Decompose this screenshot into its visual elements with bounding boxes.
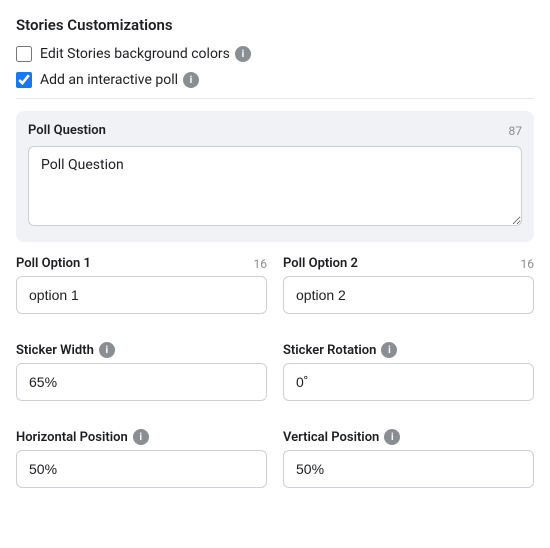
poll-checkbox[interactable] xyxy=(16,72,32,88)
sticker-rotation-label-row: Sticker Rotation i xyxy=(283,342,534,358)
vertical-position-info-icon[interactable]: i xyxy=(384,429,400,445)
bg-colors-info-icon[interactable]: i xyxy=(235,46,251,62)
divider xyxy=(16,98,534,99)
poll-option2-label-row: Poll Option 2 16 xyxy=(283,256,534,271)
position-row: Horizontal Position i Vertical Position … xyxy=(16,429,534,502)
poll-question-label: Poll Question xyxy=(28,123,106,138)
sticker-width-label: Sticker Width i xyxy=(16,342,115,358)
horizontal-position-label-row: Horizontal Position i xyxy=(16,429,267,445)
horizontal-position-group: Horizontal Position i xyxy=(16,429,267,488)
sticker-width-group: Sticker Width i xyxy=(16,342,267,401)
poll-row: Add an interactive poll i xyxy=(16,72,534,88)
poll-option1-group: Poll Option 1 16 xyxy=(16,256,267,314)
sticker-row: Sticker Width i Sticker Rotation i xyxy=(16,342,534,415)
sticker-rotation-label: Sticker Rotation i xyxy=(283,342,397,358)
poll-option1-label-row: Poll Option 1 16 xyxy=(16,256,267,271)
poll-option1-label: Poll Option 1 xyxy=(16,256,91,271)
sticker-rotation-input[interactable] xyxy=(283,363,534,401)
vertical-position-label-row: Vertical Position i xyxy=(283,429,534,445)
horizontal-position-label: Horizontal Position i xyxy=(16,429,149,445)
poll-option2-group: Poll Option 2 16 xyxy=(283,256,534,314)
section-title: Stories Customizations xyxy=(16,16,534,34)
poll-question-char-count: 87 xyxy=(509,124,523,138)
poll-option2-char-count: 16 xyxy=(521,257,535,271)
poll-option1-input[interactable] xyxy=(16,276,267,314)
horizontal-position-input[interactable] xyxy=(16,450,267,488)
poll-question-header: Poll Question 87 xyxy=(28,123,522,138)
poll-question-section: Poll Question 87 xyxy=(16,111,534,242)
sticker-width-input[interactable] xyxy=(16,363,267,401)
vertical-position-label: Vertical Position i xyxy=(283,429,400,445)
poll-option2-input[interactable] xyxy=(283,276,534,314)
poll-info-icon[interactable]: i xyxy=(183,72,199,88)
poll-option1-char-count: 16 xyxy=(254,257,268,271)
sticker-rotation-group: Sticker Rotation i xyxy=(283,342,534,401)
bg-colors-checkbox[interactable] xyxy=(16,46,32,62)
sticker-width-label-row: Sticker Width i xyxy=(16,342,267,358)
vertical-position-group: Vertical Position i xyxy=(283,429,534,488)
bg-colors-row: Edit Stories background colors i xyxy=(16,46,534,62)
poll-label[interactable]: Add an interactive poll i xyxy=(40,72,199,88)
poll-option2-label: Poll Option 2 xyxy=(283,256,358,271)
poll-options-row: Poll Option 1 16 Poll Option 2 16 xyxy=(16,256,534,328)
bg-colors-label[interactable]: Edit Stories background colors i xyxy=(40,46,251,62)
sticker-width-info-icon[interactable]: i xyxy=(99,342,115,358)
vertical-position-input[interactable] xyxy=(283,450,534,488)
sticker-rotation-info-icon[interactable]: i xyxy=(381,342,397,358)
horizontal-position-info-icon[interactable]: i xyxy=(133,429,149,445)
poll-question-input[interactable] xyxy=(28,146,522,226)
